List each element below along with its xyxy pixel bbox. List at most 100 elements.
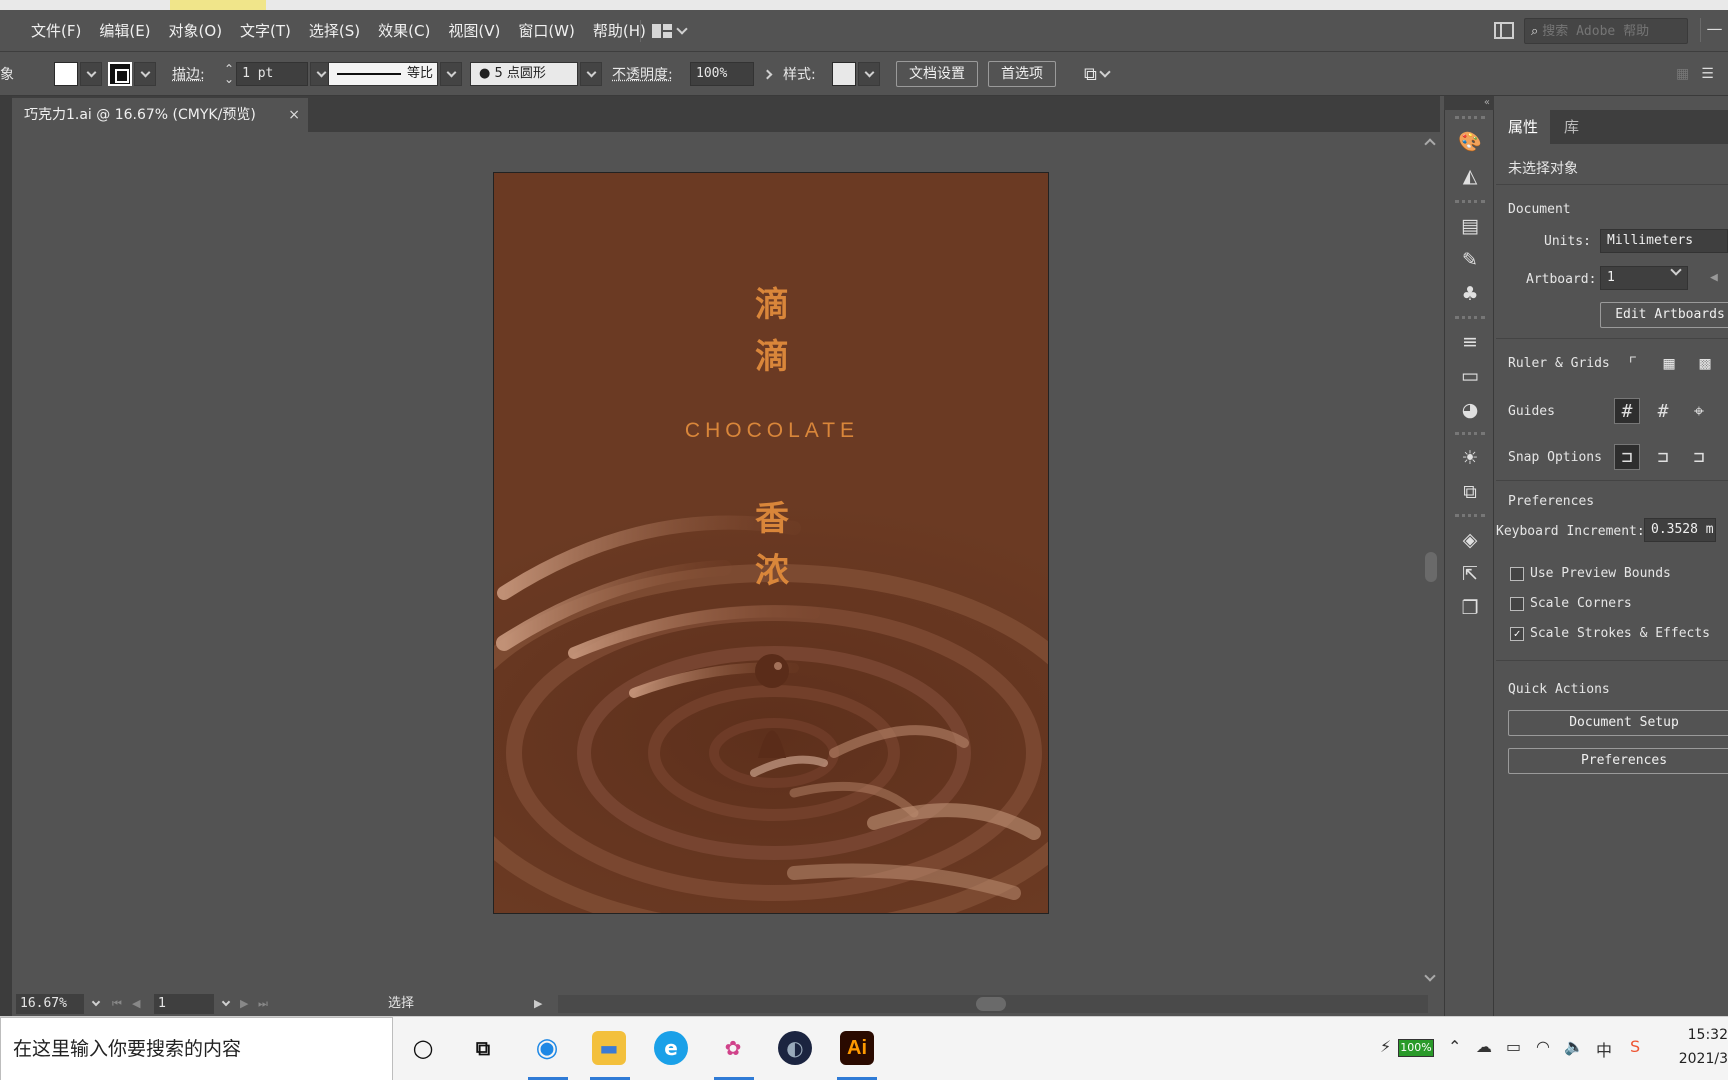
illustrator-icon[interactable]: Ai <box>840 1031 874 1065</box>
scroll-up-icon[interactable] <box>1424 138 1436 150</box>
page-field[interactable]: 1 <box>154 994 214 1014</box>
menu-view[interactable]: 视图(V) <box>439 10 509 52</box>
stroke-profile-dropdown[interactable] <box>440 62 462 86</box>
edit-artboards-button[interactable]: Edit Artboards <box>1600 302 1728 328</box>
scale-corners-checkbox[interactable] <box>1510 597 1524 611</box>
grip-icon[interactable] <box>1455 116 1485 119</box>
brush-definition[interactable]: ● 5 点圆形 <box>470 62 578 86</box>
opacity-label-text[interactable]: 不透明度: <box>612 64 673 84</box>
stroke-label-text[interactable]: 描边: <box>172 64 205 84</box>
chevron-up-icon[interactable]: ⌃ <box>1448 1037 1461 1056</box>
brush-control[interactable]: ● 5 点圆形 <box>470 52 602 96</box>
prev-page-icon[interactable]: ◀ <box>132 994 140 1014</box>
title-char-3[interactable]: 香 <box>494 491 1048 540</box>
prev-artboard-icon[interactable]: ◀ <box>1710 270 1718 285</box>
color-icon[interactable]: 🎨 <box>1458 130 1482 154</box>
stroke-profile-control[interactable]: 等比 <box>328 52 462 96</box>
menu-window[interactable]: 窗口(W) <box>509 10 584 52</box>
zoom-dropdown[interactable] <box>86 994 106 1014</box>
document-setup-button[interactable]: 文档设置 <box>896 61 978 87</box>
align-icon[interactable]: ☰ <box>1701 66 1714 82</box>
style-control[interactable] <box>832 52 880 96</box>
panel-toggle-icon[interactable] <box>1494 22 1514 39</box>
snap-to-point-icon[interactable]: ⊐ <box>1614 444 1640 470</box>
transparency-icon[interactable]: ◕ <box>1458 398 1482 422</box>
stroke-color-dropdown[interactable] <box>134 62 156 86</box>
fill-control[interactable] <box>54 52 102 96</box>
title-char-2[interactable]: 滴 <box>494 329 1048 378</box>
document-tab[interactable]: 巧克力1.ai @ 16.67% (CMYK/预览) × <box>12 98 308 132</box>
grip-icon[interactable] <box>1455 432 1485 435</box>
transparency-grid-icon[interactable]: ▩ <box>1692 350 1718 376</box>
menu-type[interactable]: 文字(T) <box>231 10 300 52</box>
workspace-switcher[interactable] <box>652 20 698 42</box>
cortana-icon[interactable]: ○ <box>406 1031 440 1065</box>
appearance-icon[interactable]: ☀ <box>1458 446 1482 470</box>
menu-file[interactable]: 文件(F) <box>22 10 90 52</box>
artboards-icon[interactable]: ❐ <box>1458 596 1482 620</box>
stroke-weight-field[interactable]: 1 pt <box>236 62 309 86</box>
menu-edit[interactable]: 编辑(E) <box>90 10 159 52</box>
snap-to-pixel-icon[interactable]: ⊐ <box>1650 444 1676 470</box>
minimize-icon[interactable]: — <box>1700 18 1728 42</box>
scroll-down-icon[interactable] <box>1424 970 1436 982</box>
task-view-icon[interactable]: ⧉ <box>466 1031 500 1065</box>
battery-indicator[interactable]: 100% <box>1398 1039 1434 1057</box>
title-char-4[interactable]: 浓 <box>494 543 1048 592</box>
opacity-expand[interactable] <box>756 62 778 86</box>
last-page-icon[interactable]: ⏭ <box>258 994 268 1014</box>
cloud-icon[interactable]: ☁ <box>1476 1037 1492 1056</box>
export-icon[interactable]: ⇱ <box>1458 562 1482 586</box>
stepper-icon[interactable]: ⌃ ⌄ <box>224 63 234 85</box>
fill-swatch[interactable] <box>54 62 78 86</box>
file-explorer-icon[interactable]: ▬ <box>592 1031 626 1065</box>
arrange-documents[interactable]: ⧉ <box>1084 52 1111 96</box>
show-guides-icon[interactable]: # <box>1614 398 1640 424</box>
menu-effect[interactable]: 效果(C) <box>369 10 439 52</box>
close-icon[interactable]: × <box>288 98 300 132</box>
clock[interactable]: 15:32 2021/3 <box>1678 1023 1728 1071</box>
tab-properties[interactable]: 属性 <box>1496 110 1551 144</box>
zoom-field[interactable]: 16.67% <box>16 994 84 1014</box>
next-page-icon[interactable]: ▶ <box>240 994 248 1014</box>
stroke-swatch[interactable] <box>108 62 132 86</box>
browser-icon[interactable]: e <box>654 1031 688 1065</box>
grip-icon[interactable] <box>1455 514 1485 517</box>
swatches-icon[interactable]: ▤ <box>1458 214 1482 238</box>
battery-icon[interactable]: ▭ <box>1506 1037 1521 1056</box>
horizontal-scrollbar[interactable] <box>558 995 1428 1013</box>
menu-object[interactable]: 对象(O) <box>160 10 232 52</box>
menu-select[interactable]: 选择(S) <box>300 10 369 52</box>
units-field[interactable]: Millimeters <box>1600 229 1728 253</box>
opacity-field[interactable]: 100% <box>690 62 754 86</box>
ruler-icon[interactable]: ⌜ <box>1620 350 1646 376</box>
stroke-icon[interactable]: ≡ <box>1458 330 1482 354</box>
edge-icon[interactable]: ◉ <box>530 1031 564 1065</box>
style-swatch[interactable] <box>832 62 856 86</box>
taskbar-search[interactable]: 在这里输入你要搜索的内容 <box>0 1017 393 1080</box>
smart-guides-icon[interactable]: ⌖ <box>1686 398 1712 424</box>
horizontal-scroll-thumb[interactable] <box>976 997 1006 1011</box>
collapse-panels-icon[interactable]: « <box>1444 96 1494 110</box>
lock-guides-icon[interactable]: # <box>1650 398 1676 424</box>
symbols-icon[interactable]: ♣ <box>1458 282 1482 306</box>
top-strip-tab[interactable] <box>170 0 266 10</box>
opacity-control[interactable]: 100% <box>690 52 778 96</box>
volume-icon[interactable]: 🔈 <box>1564 1037 1584 1056</box>
menu-help[interactable]: 帮助(H) <box>584 10 655 52</box>
chocolate-subtitle[interactable]: CHOCOLATE <box>494 419 1048 443</box>
wifi-icon[interactable]: ◠ <box>1536 1037 1550 1056</box>
grip-icon[interactable] <box>1455 316 1485 319</box>
tab-libraries[interactable]: 库 <box>1552 110 1591 144</box>
help-search-input[interactable] <box>1542 23 1663 39</box>
fill-dropdown[interactable] <box>80 62 102 86</box>
sogou-icon[interactable]: S <box>1630 1037 1640 1056</box>
grip-icon[interactable] <box>1455 200 1485 203</box>
plug-icon[interactable]: ⚡ <box>1380 1037 1391 1056</box>
use-preview-bounds-checkbox[interactable] <box>1510 567 1524 581</box>
title-char-1[interactable]: 滴 <box>494 277 1048 326</box>
grid-icon[interactable]: ▦ <box>1676 66 1689 82</box>
graphic-styles-icon[interactable]: ⧉ <box>1458 480 1482 504</box>
help-search[interactable]: ⌕ <box>1524 18 1688 44</box>
brushes-icon[interactable]: ✎ <box>1458 248 1482 272</box>
